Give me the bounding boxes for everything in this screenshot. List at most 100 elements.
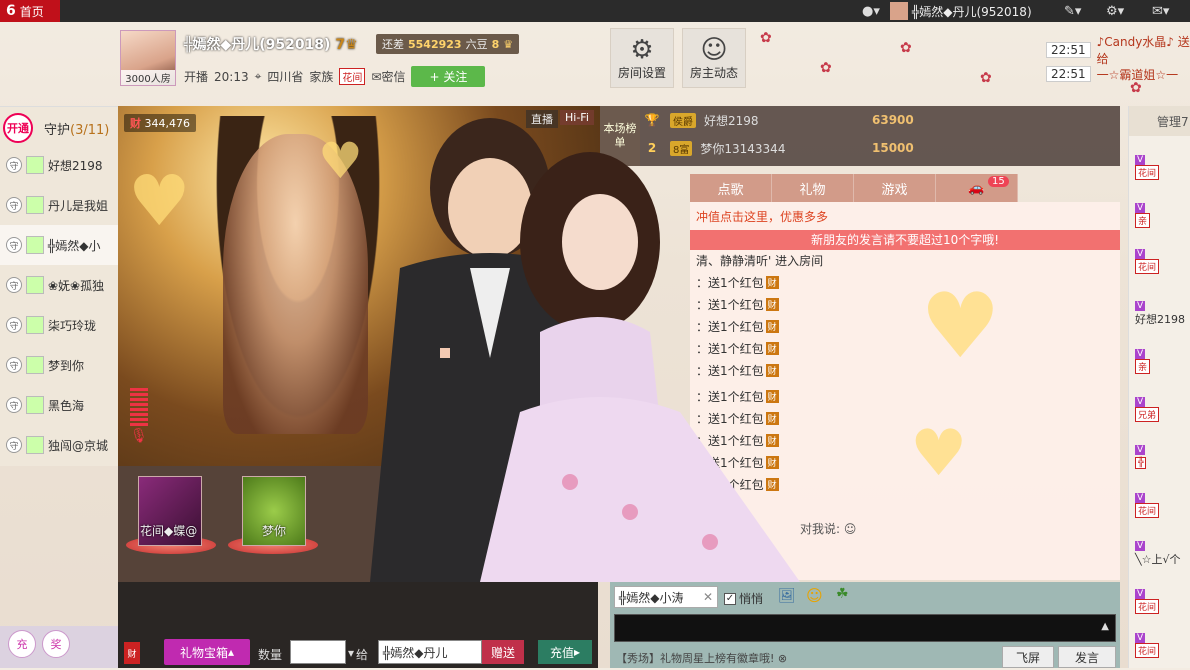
- chevron-up-icon: ▴: [227, 645, 235, 659]
- recharge-icon[interactable]: 充: [8, 630, 36, 658]
- guard-badge-icon: 守: [6, 237, 22, 253]
- to-label: 给: [356, 648, 369, 662]
- chat-input-panel: ╬嫣然◆小涛 ✕ ✓ 悄悄 🖼 ☺ ☘ ▲ 【秀场】礼物周星上榜有徽章哦! ⊗ 飞屏…: [610, 582, 1120, 668]
- emoji-icon: ☺: [843, 522, 857, 536]
- guard-badge-icon: 守: [6, 397, 22, 413]
- list-item[interactable]: V 花间: [1135, 630, 1190, 670]
- recharge-button[interactable]: 充值 ▸: [538, 640, 592, 664]
- qty-label: 数量: [258, 648, 283, 662]
- send-button[interactable]: 发言: [1058, 646, 1116, 668]
- guard-badge-icon: 守: [6, 277, 22, 293]
- gift-bar: 财 礼物宝箱 ▴ 数量 ▾ 给 ╬嫣然◆丹儿 赠送 充值 ▸: [118, 582, 598, 668]
- crown-icon: ♛: [345, 37, 358, 53]
- vip-icon: V: [1135, 589, 1146, 599]
- edit-icon[interactable]: ✎▾: [1064, 0, 1081, 22]
- list-item[interactable]: V ╲☆上√个: [1135, 538, 1190, 578]
- guard-badge-icon: 守: [6, 317, 22, 333]
- rank-row[interactable]: 🏆 侯爵 好想2198 63900: [642, 106, 914, 134]
- anchor-name: ╬嫣然◆丹儿(952018) 7♛: [184, 37, 358, 53]
- close-icon[interactable]: ✕: [703, 590, 713, 604]
- sticker-icon[interactable]: ☘: [836, 586, 849, 602]
- guard-item[interactable]: 守梦到你: [0, 345, 118, 385]
- close-icon[interactable]: ⊗: [778, 652, 787, 665]
- list-item[interactable]: V 兄弟: [1135, 394, 1190, 434]
- guard-item[interactable]: 守 ╬嫣然◆小: [0, 225, 118, 265]
- vip-icon: V: [1135, 349, 1146, 359]
- guard-item[interactable]: 守丹儿是我姐: [0, 185, 118, 225]
- image-icon[interactable]: 🖼: [778, 588, 796, 604]
- blossom-decoration: ✿: [980, 70, 992, 86]
- user-menu[interactable]: ╬嫣然◆丹儿(952018): [890, 0, 1032, 22]
- list-item[interactable]: V 花间: [1135, 490, 1190, 530]
- list-item[interactable]: V 好想2198: [1135, 298, 1190, 338]
- list-item[interactable]: V亲: [1135, 346, 1190, 386]
- guard-item[interactable]: 守独闯@京城: [0, 425, 118, 465]
- blossom-decoration: ✿: [760, 30, 772, 46]
- private-msg-button[interactable]: ✉密信: [371, 68, 405, 85]
- chevron-down-icon[interactable]: ▾: [348, 646, 354, 660]
- trophy-icon: 🏆: [644, 113, 660, 127]
- fly-screen-button[interactable]: 飞屏: [1002, 646, 1054, 668]
- avatar: [26, 396, 44, 414]
- vip-icon: V: [1135, 203, 1146, 213]
- guard-item[interactable]: 守黑色海: [0, 385, 118, 425]
- avatar: [26, 436, 44, 454]
- list-item[interactable]: V 花间: [1135, 152, 1190, 192]
- gear-icon: ⚙: [630, 35, 654, 65]
- list-item[interactable]: V ╬: [1135, 442, 1190, 482]
- mic-icon[interactable]: 🎙: [130, 428, 148, 444]
- room-settings-button[interactable]: ⚙ 房间设置: [610, 28, 674, 88]
- avatar: [26, 276, 44, 294]
- list-item[interactable]: V亲: [1135, 200, 1190, 240]
- notice-item: 22:51 ♪Candy水晶♪ 送给: [1046, 35, 1190, 66]
- guard-item[interactable]: 守 ❀妩❀孤独: [0, 265, 118, 305]
- bean-progress: 还差 5542923 六豆 8 ♛: [376, 34, 520, 54]
- gift-box-button[interactable]: 礼物宝箱 ▴: [164, 639, 250, 665]
- host-news-button[interactable]: ☺ 房主动态: [682, 28, 746, 88]
- gear-icon[interactable]: ⚙▾: [1106, 0, 1124, 22]
- tab-game[interactable]: 游戏: [854, 174, 936, 202]
- guard-badge-icon: 守: [6, 357, 22, 373]
- bride-figure: [480, 152, 800, 582]
- guard-badge-icon: 守: [6, 437, 22, 453]
- list-item[interactable]: V 花间: [1135, 246, 1190, 286]
- follow-button[interactable]: + 关注: [411, 66, 486, 87]
- user-list: 管理7 V 花间 V亲 V 花间 V 好想2198 V亲 V 兄弟 V ╬ V 花间 V ╲☆…: [1128, 106, 1190, 668]
- anchor-avatar[interactable]: 3000人房: [120, 30, 176, 86]
- fans-count: 财 344,476: [124, 114, 196, 132]
- guard-item[interactable]: 守柒巧玲珑: [0, 305, 118, 345]
- give-button[interactable]: 赠送: [482, 640, 524, 664]
- reward-icon[interactable]: 奖: [42, 630, 70, 658]
- room-capacity: 3000人房: [121, 70, 175, 85]
- family-tag[interactable]: 花间: [339, 68, 366, 85]
- guard-item[interactable]: 守好想2198: [0, 145, 118, 185]
- chat-target[interactable]: ╬嫣然◆小涛 ✕: [614, 586, 718, 608]
- left-bottom-bar: 充 奖: [0, 626, 118, 668]
- private-checkbox[interactable]: ✓ 悄悄: [724, 590, 763, 607]
- menu-icon[interactable]: ●▾: [862, 0, 880, 22]
- heart-decoration: ♥: [910, 417, 968, 491]
- crown-icon: ♛: [503, 37, 514, 51]
- home-link[interactable]: 6 首页: [0, 0, 60, 22]
- vip-icon: V: [1135, 633, 1146, 643]
- heart-decoration: ♥: [920, 274, 1001, 379]
- mail-icon[interactable]: ✉▾: [1152, 0, 1169, 22]
- users-header[interactable]: 管理7: [1129, 106, 1190, 136]
- avatar: [26, 356, 44, 374]
- message-input[interactable]: ▲: [614, 614, 1116, 642]
- recipient-input[interactable]: ╬嫣然◆丹儿: [378, 640, 482, 664]
- anchor-info: 开播 20:13 ⌖ 四川省 家族 花间 ✉密信 + 关注: [184, 66, 486, 87]
- emoji-icon[interactable]: ☺: [806, 586, 823, 605]
- seat-name: 花间◆蝶@: [140, 524, 198, 538]
- avatar: [26, 156, 44, 174]
- list-item[interactable]: V 花间: [1135, 586, 1190, 626]
- qty-input[interactable]: [290, 640, 346, 664]
- wealth-icon[interactable]: 财: [124, 642, 140, 664]
- chevron-up-icon[interactable]: ▲: [1101, 621, 1109, 632]
- guard-open-button[interactable]: 开通: [3, 113, 33, 143]
- vip-icon: V: [1135, 445, 1146, 455]
- vip-icon: V: [1135, 397, 1146, 407]
- seat-name: 梦你: [262, 524, 287, 538]
- notice-item: 22:51 一☆霸道姐☆一: [1046, 64, 1178, 84]
- guard-badge-icon: 守: [6, 157, 22, 173]
